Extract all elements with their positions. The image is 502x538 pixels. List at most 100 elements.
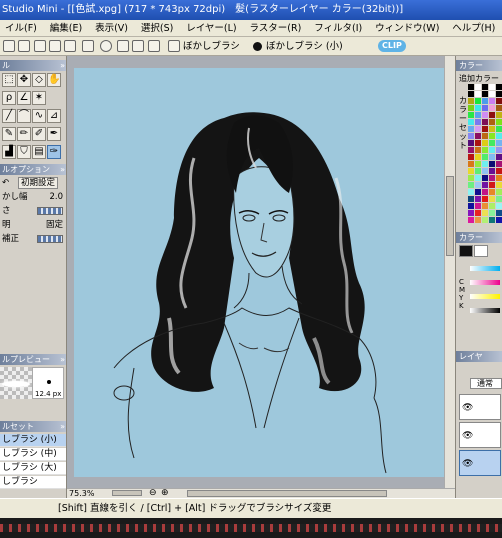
blur-brush-tool-icon[interactable]: ✑ — [47, 145, 61, 159]
color-swatch[interactable] — [482, 189, 488, 195]
color-swatch[interactable] — [475, 84, 481, 90]
color-swatch[interactable] — [482, 161, 488, 167]
color-swatch[interactable] — [475, 105, 481, 111]
fill-tool-icon[interactable]: ▟ — [2, 145, 16, 159]
yellow-slider[interactable] — [470, 294, 500, 299]
color-swatch[interactable] — [496, 175, 502, 181]
preset-item[interactable]: しブラシ (中) — [0, 448, 66, 461]
color-swatch[interactable] — [489, 140, 495, 146]
color-swatch[interactable] — [475, 98, 481, 104]
color-swatch[interactable] — [475, 119, 481, 125]
horizontal-scrollbar[interactable]: 75.3% ⊖ ⊕ — [67, 488, 455, 498]
horizontal-scroll-thumb[interactable] — [187, 490, 387, 497]
color-swatch[interactable] — [482, 154, 488, 160]
color-swatch[interactable] — [496, 168, 502, 174]
color-swatch[interactable] — [482, 168, 488, 174]
cyan-slider[interactable] — [470, 266, 500, 271]
color-swatch[interactable] — [475, 161, 481, 167]
color-swatch[interactable] — [468, 196, 474, 202]
color-swatch[interactable] — [489, 189, 495, 195]
brush-name[interactable]: ぼかしブラシ — [183, 37, 240, 55]
color-swatch[interactable] — [489, 119, 495, 125]
color-swatch[interactable] — [496, 161, 502, 167]
color-swatch[interactable] — [468, 217, 474, 223]
pen-tool-icon[interactable]: ✎ — [2, 127, 16, 141]
layer-row[interactable]: 👁 — [459, 422, 501, 448]
brush-preset-name[interactable]: ぼかしブラシ (小) — [266, 37, 343, 55]
color-swatch[interactable] — [468, 126, 474, 132]
blend-mode-select[interactable]: 通常 — [470, 378, 502, 389]
chevron-icon[interactable]: » — [60, 60, 65, 71]
color-swatch[interactable] — [496, 91, 502, 97]
color-swatch[interactable] — [496, 133, 502, 139]
paste-icon[interactable] — [64, 40, 76, 52]
chevron-icon[interactable]: » — [60, 164, 65, 175]
wand-tool-icon[interactable]: ✶ — [32, 91, 46, 105]
polygon-lasso-icon[interactable]: ∠ — [17, 91, 31, 105]
option-value[interactable]: 固定 — [46, 219, 63, 231]
color-swatch[interactable] — [489, 154, 495, 160]
color-swatch[interactable] — [496, 147, 502, 153]
color-swatch[interactable] — [489, 98, 495, 104]
color-swatch[interactable] — [496, 119, 502, 125]
color-swatch[interactable] — [489, 168, 495, 174]
stamp-tool-icon[interactable]: ⛉ — [17, 145, 31, 159]
menu-window[interactable]: ウィンドウ(W) — [370, 20, 444, 36]
color-swatch[interactable] — [468, 147, 474, 153]
color-swatch[interactable] — [489, 147, 495, 153]
paste-alt-icon[interactable] — [82, 40, 94, 52]
color-swatch[interactable] — [489, 133, 495, 139]
gradient-tool-icon[interactable]: ▤ — [32, 145, 46, 159]
chevron-icon[interactable]: » — [60, 354, 65, 365]
color-swatch[interactable] — [475, 217, 481, 223]
color-swatch[interactable] — [489, 105, 495, 111]
pencil-tool-icon[interactable]: ✏ — [17, 127, 31, 141]
color-swatch[interactable] — [489, 182, 495, 188]
color-swatch[interactable] — [475, 168, 481, 174]
color-swatch[interactable] — [475, 203, 481, 209]
hand-tool-icon[interactable]: ✋ — [47, 73, 61, 87]
color-swatch[interactable] — [468, 154, 474, 160]
foreground-color[interactable] — [459, 245, 473, 257]
eraser-tool-icon[interactable]: ◇ — [32, 73, 46, 87]
save-icon[interactable] — [3, 40, 15, 52]
line-tool-icon[interactable]: ╱ — [2, 109, 16, 123]
color-swatch[interactable] — [496, 98, 502, 104]
color-swatch[interactable] — [496, 126, 502, 132]
option-value[interactable]: 2.0 — [49, 191, 63, 203]
black-slider[interactable] — [470, 308, 500, 313]
menu-raster[interactable]: ラスター(R) — [244, 20, 306, 36]
menu-file[interactable]: イル(F) — [0, 20, 42, 36]
vertical-scrollbar[interactable] — [444, 56, 455, 488]
color-swatch[interactable] — [475, 140, 481, 146]
layer-row[interactable]: 👁 — [459, 394, 501, 420]
color-swatch[interactable] — [489, 217, 495, 223]
color-swatch[interactable] — [496, 182, 502, 188]
preset-item[interactable]: しブラシ (小) — [0, 434, 66, 447]
zoom-in-icon[interactable]: ⊕ — [161, 488, 169, 498]
reset-arrow-icon[interactable]: ↶ — [0, 178, 9, 188]
curve-tool-icon[interactable]: ⌒ — [17, 109, 31, 123]
color-swatch[interactable] — [482, 119, 488, 125]
background-color[interactable] — [474, 245, 488, 257]
color-swatch[interactable] — [496, 112, 502, 118]
layer-icon[interactable] — [148, 40, 160, 52]
color-swatch[interactable] — [482, 91, 488, 97]
menu-view[interactable]: 表示(V) — [90, 20, 133, 36]
color-swatch[interactable] — [482, 182, 488, 188]
color-swatch[interactable] — [475, 154, 481, 160]
settings-icon[interactable] — [100, 40, 112, 52]
color-swatch[interactable] — [482, 98, 488, 104]
menu-edit[interactable]: 編集(E) — [45, 20, 87, 36]
zoom-slider[interactable] — [112, 490, 142, 496]
menu-filter[interactable]: フィルタ(I) — [309, 20, 367, 36]
selection-tool-icon[interactable]: ⬚ — [2, 73, 16, 87]
color-swatch[interactable] — [496, 154, 502, 160]
color-swatch[interactable] — [482, 175, 488, 181]
reset-default-button[interactable]: 初期設定 — [18, 177, 59, 189]
zoom-out-icon[interactable]: ⊖ — [149, 488, 157, 498]
color-swatch[interactable] — [482, 133, 488, 139]
add-color-label[interactable]: 追加カラー — [459, 73, 499, 84]
undo-icon[interactable] — [117, 40, 129, 52]
artboard[interactable] — [74, 68, 445, 477]
